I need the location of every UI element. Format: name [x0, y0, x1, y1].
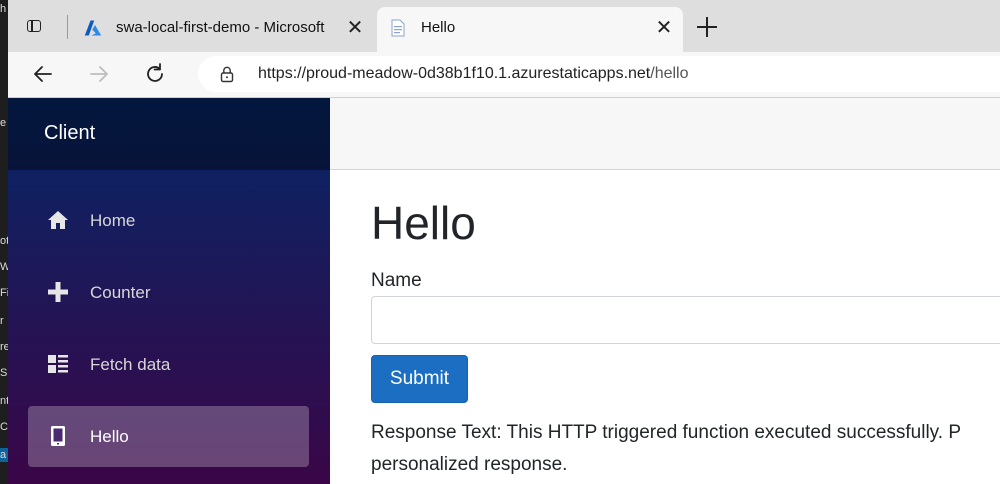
tab-hello[interactable]: Hello ✕ [377, 7, 683, 52]
web-page: Client Home Counter Fetch data Hello Hel… [8, 98, 1000, 484]
sidebar-item-label: Hello [90, 427, 129, 446]
sidebar-item-label: Home [90, 211, 136, 230]
url-text: https://proud-meadow-0d38b1f10.1.azurest… [258, 65, 689, 83]
brand-bar: Client [8, 98, 330, 170]
sidebar-item-home[interactable]: Home [28, 190, 309, 251]
bg-fragment: a [0, 448, 8, 462]
tab-strip: swa-local-first-demo - Microsoft ✕ Hello… [8, 0, 1000, 52]
response-line: Response Text: This HTTP triggered funct… [371, 422, 961, 443]
tab-separator [67, 15, 68, 39]
tab-azure-portal[interactable]: swa-local-first-demo - Microsoft ✕ [72, 7, 374, 52]
bg-fragment: W [0, 261, 8, 273]
tab-title: swa-local-first-demo - Microsoft [116, 19, 325, 36]
browser-window: swa-local-first-demo - Microsoft ✕ Hello… [8, 0, 1000, 484]
close-tab-icon[interactable]: ✕ [344, 17, 366, 39]
bg-fragment: h [0, 3, 7, 15]
bg-fragment: ot [0, 235, 8, 247]
phone-icon [51, 426, 65, 446]
browser-toolbar: https://proud-meadow-0d38b1f10.1.azurest… [8, 52, 1000, 98]
brand-title[interactable]: Client [44, 122, 95, 145]
sidebar-item-label: Counter [90, 283, 151, 302]
tab-actions-icon[interactable] [22, 14, 48, 40]
azure-logo-icon [84, 20, 102, 36]
close-tab-icon[interactable]: ✕ [653, 17, 675, 39]
sidebar-item-label: Fetch data [90, 355, 171, 374]
reload-icon[interactable] [140, 59, 170, 89]
top-row [330, 98, 1000, 170]
bg-fragment: Fi [0, 287, 8, 299]
address-bar[interactable]: https://proud-meadow-0d38b1f10.1.azurest… [198, 56, 1000, 92]
url-base: https://proud-meadow-0d38b1f10.1.azurest… [258, 65, 651, 82]
new-tab-icon[interactable] [694, 14, 720, 40]
bg-fragment: e [0, 117, 7, 129]
response-line: personalized response. [371, 454, 568, 475]
sidebar-item-counter[interactable]: Counter [28, 262, 309, 323]
url-path: /hello [650, 65, 689, 82]
home-icon [48, 211, 68, 229]
bg-fragment: re [0, 341, 8, 353]
page-icon [391, 19, 405, 37]
lock-icon[interactable] [218, 65, 236, 83]
response-text: Response Text: This HTTP triggered funct… [371, 417, 996, 483]
forward-arrow-icon[interactable] [84, 59, 114, 89]
bg-fragment: r [0, 315, 4, 327]
sidebar: Client Home Counter Fetch data Hello [8, 98, 330, 484]
background-window-edge: h e ot W Fi r re S nt C a [0, 0, 8, 484]
plus-icon [48, 282, 68, 302]
tab-title: Hello [421, 19, 456, 36]
bg-fragment: nt [0, 395, 8, 407]
page-title: Hello [371, 197, 476, 249]
submit-button[interactable]: Submit [371, 355, 468, 403]
list-rich-icon [48, 355, 68, 373]
sidebar-item-hello[interactable]: Hello [28, 406, 309, 467]
main-content: Hello Name Submit Response Text: This HT… [330, 98, 1000, 484]
bg-fragment: S [0, 367, 8, 379]
name-input[interactable] [371, 296, 1000, 344]
bg-fragment: C [0, 421, 8, 433]
name-label: Name [371, 270, 422, 291]
sidebar-item-fetch-data[interactable]: Fetch data [28, 334, 309, 395]
back-arrow-icon[interactable] [28, 59, 58, 89]
